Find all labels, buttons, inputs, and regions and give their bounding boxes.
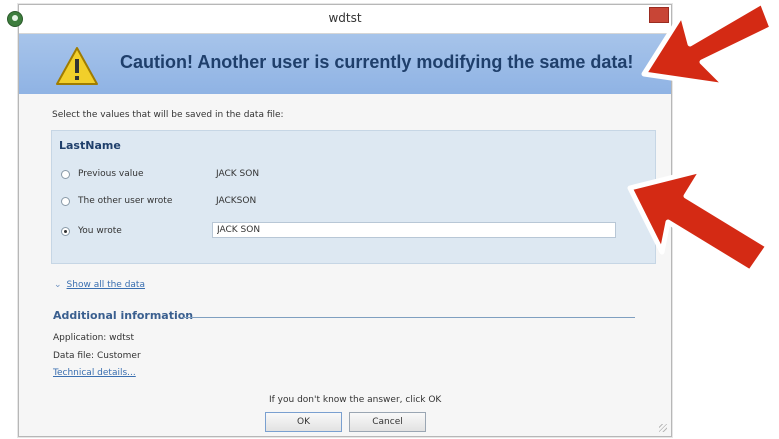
field-panel: LastName Previous value JACK SON The oth… [51,130,656,264]
title-bar: wdtst [7,5,671,34]
instruction-text: Select the values that will be saved in … [52,110,284,120]
option-value: JACKSON [216,196,257,206]
warning-triangle-icon [56,47,98,85]
data-file-info: Data file: Customer [53,351,141,361]
resize-grip[interactable] [659,424,667,432]
show-all-label: Show all the data [66,280,145,290]
field-name: LastName [59,139,121,152]
conflict-dialog: wdtst Caution! Another user is currently… [7,4,672,437]
window-title: wdtst [328,11,362,25]
application-info: Application: wdtst [53,333,134,343]
cancel-button[interactable]: Cancel [349,412,426,432]
chevron-down-icon: ⌄ [54,280,62,290]
radio-other-user[interactable] [61,197,70,206]
radio-previous-value[interactable] [61,170,70,179]
red-arrow-icon [641,0,775,89]
section-divider [183,317,635,318]
ok-button[interactable]: OK [265,412,342,432]
option-label: Previous value [78,169,144,179]
you-wrote-input[interactable] [212,222,616,238]
red-arrow-icon [627,167,771,275]
banner-message: Caution! Another user is currently modif… [120,52,634,72]
radio-you-wrote[interactable] [61,227,70,236]
option-value: JACK SON [216,169,260,179]
option-label: The other user wrote [78,196,173,206]
technical-details-link[interactable]: Technical details... [53,368,136,378]
hint-text: If you don't know the answer, click OK [269,395,442,405]
additional-info-heading: Additional information [53,309,194,322]
option-label: You wrote [78,226,122,236]
warning-banner: Caution! Another user is currently modif… [19,34,671,94]
show-all-data-link[interactable]: ⌄ Show all the data [54,280,145,290]
